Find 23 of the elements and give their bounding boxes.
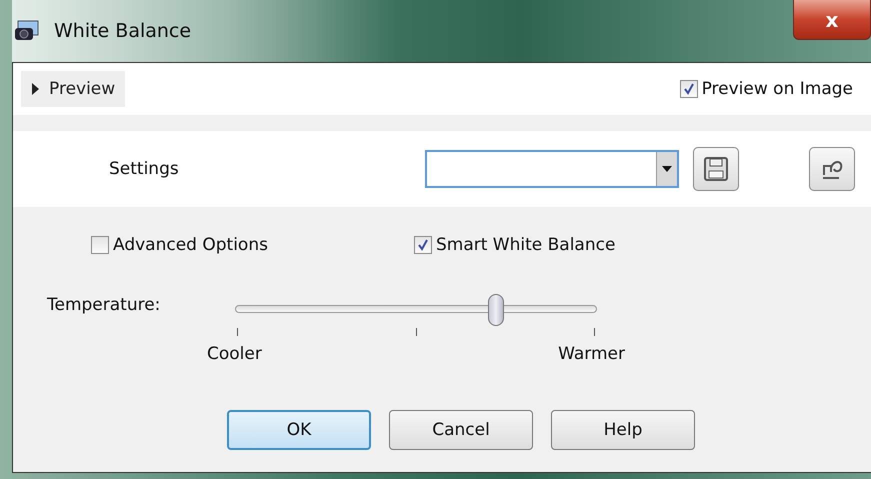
load-preset-button[interactable]	[809, 147, 855, 191]
close-button[interactable]: x	[793, 0, 871, 40]
min-label: Cooler	[207, 344, 262, 364]
temperature-slider[interactable]	[235, 294, 597, 326]
checkbox-label: Smart White Balance	[436, 235, 616, 255]
camera-icon	[14, 20, 40, 42]
save-button[interactable]	[693, 147, 739, 191]
slider-thumb[interactable]	[488, 294, 504, 326]
max-label: Warmer	[558, 344, 625, 364]
window-title: White Balance	[54, 20, 192, 42]
caret-icon	[662, 166, 672, 172]
dialog-button[interactable]: OK	[227, 410, 371, 450]
checkbox[interactable]	[414, 236, 432, 254]
checkbox[interactable]	[91, 236, 109, 254]
checkbox[interactable]	[680, 80, 698, 98]
triangle-icon	[31, 83, 39, 95]
dialog-button[interactable]: Cancel	[389, 410, 533, 450]
dialog-button[interactable]: Help	[551, 410, 695, 450]
checkbox-label: Preview on Image	[702, 79, 853, 99]
preview-toggle[interactable]: Preview	[21, 71, 126, 107]
settings-label: Settings	[109, 159, 180, 179]
checkbox-label: Advanced Options	[113, 235, 268, 255]
settings-dropdown[interactable]	[425, 150, 679, 188]
